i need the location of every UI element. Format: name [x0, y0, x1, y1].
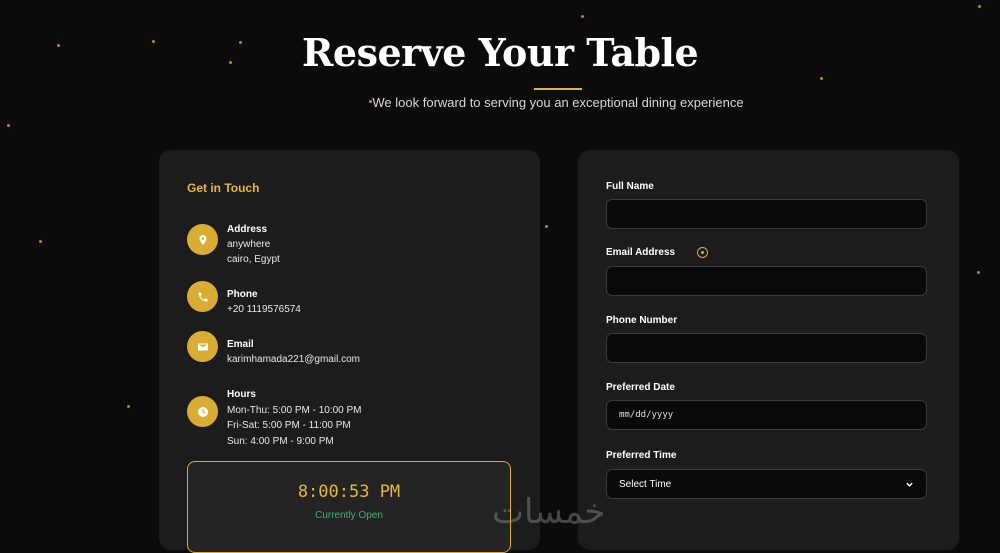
open-status: Currently Open	[315, 510, 383, 521]
location-pin-icon	[187, 224, 218, 255]
time-select[interactable]: Select Time	[606, 469, 927, 499]
phone-value[interactable]: +20 1119576574	[227, 302, 301, 317]
hours-line-3: Sun: 4:00 PM - 9:00 PM	[227, 435, 334, 447]
date-placeholder: mm/dd/yyyy	[619, 410, 674, 420]
title-underline	[534, 88, 582, 90]
preferred-time-label: Preferred Time	[606, 450, 677, 461]
phone-number-label: Phone Number	[606, 315, 678, 326]
full-name-input[interactable]	[606, 199, 927, 229]
cursor-indicator-icon	[697, 247, 708, 258]
contact-info-card: Get in Touch Address anywhere cairo, Egy…	[159, 150, 540, 553]
live-clock-box: 8:00:53 PM Currently Open	[187, 461, 511, 553]
page-title: Reserve Your Table	[301, 30, 699, 75]
contact-card-title: Get in Touch	[187, 181, 260, 195]
address-line-1: anywhere	[227, 239, 271, 250]
email-value[interactable]: karimhamada221@gmail.com	[227, 352, 360, 367]
envelope-icon	[187, 331, 218, 362]
chevron-down-icon	[906, 482, 913, 487]
phone-icon	[187, 281, 218, 312]
email-address-label: Email Address	[606, 247, 676, 258]
preferred-date-label: Preferred Date	[606, 382, 675, 393]
phone-label: Phone	[227, 289, 258, 300]
phone-input[interactable]	[606, 333, 927, 363]
date-input[interactable]: mm/dd/yyyy	[606, 400, 927, 430]
hours-label: Hours	[227, 389, 256, 400]
watermark-logo: خمسات	[492, 492, 606, 532]
time-select-value: Select Time	[619, 478, 672, 490]
hours-line-1: Mon-Thu: 5:00 PM - 10:00 PM	[227, 404, 362, 416]
address-label: Address	[227, 224, 268, 235]
full-name-label: Full Name	[606, 181, 654, 192]
page-subtitle: We look forward to serving you an except…	[372, 95, 744, 110]
email-label: Email	[227, 339, 254, 350]
clock-time: 8:00:53 PM	[297, 482, 401, 502]
address-line-2: cairo, Egypt	[227, 254, 280, 265]
clock-icon	[187, 396, 218, 427]
reservation-form-card: Full Name Email Address Phone Number Pre…	[578, 150, 959, 550]
email-input[interactable]	[606, 266, 927, 296]
hours-line-2: Fri-Sat: 5:00 PM - 11:00 PM	[227, 420, 351, 431]
